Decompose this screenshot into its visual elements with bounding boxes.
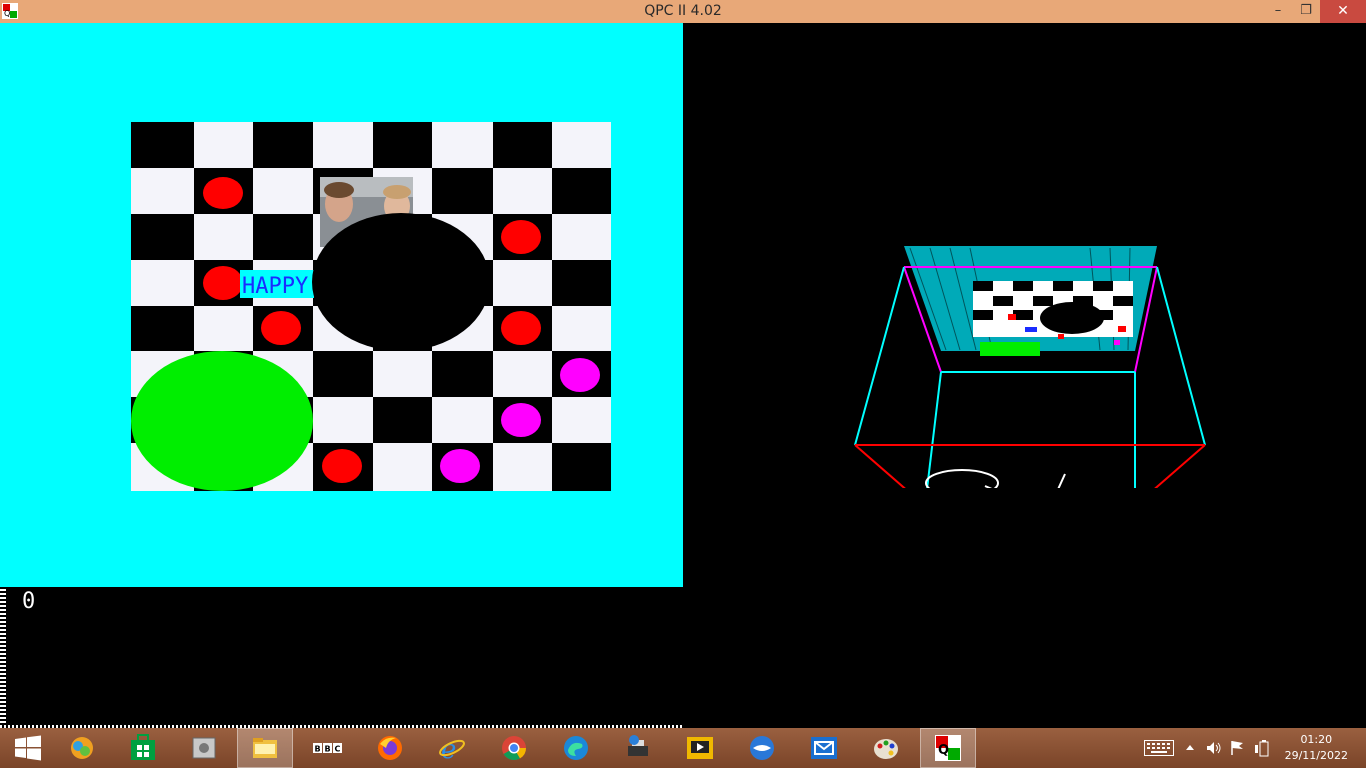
printer-icon (628, 735, 648, 756)
checkerboard: HAPPY (131, 122, 611, 491)
firefox-icon (378, 736, 402, 760)
black-ellipse (312, 213, 490, 351)
board-square (432, 397, 493, 443)
wireframe-box-scene (854, 246, 1206, 488)
board-square (131, 260, 194, 306)
board-square (493, 443, 552, 491)
board-square (552, 122, 611, 168)
board-square (373, 443, 432, 491)
board-square (552, 168, 611, 214)
window-title: QPC II 4.02 (644, 3, 722, 19)
thunderbird-icon (750, 736, 774, 760)
svg-text:B: B (325, 745, 331, 754)
windows-icon (15, 735, 41, 761)
edge-icon (564, 736, 588, 760)
board-square (493, 122, 552, 168)
paint-palette-icon (874, 739, 898, 759)
green-ellipse (131, 351, 313, 491)
taskbar-store[interactable] (115, 728, 171, 768)
board-square (432, 351, 493, 397)
clock[interactable]: 01:20 29/11/2022 (1285, 732, 1348, 764)
graphics-window: HAPPY (0, 23, 683, 587)
board-square (313, 397, 373, 443)
taskbar-settings-tool[interactable] (176, 728, 232, 768)
console-border (0, 589, 6, 728)
taskbar-file-explorer[interactable] (237, 728, 293, 768)
board-square (253, 214, 313, 260)
qpc-icon: Q (935, 735, 961, 761)
board-square (373, 122, 432, 168)
board-square (131, 168, 194, 214)
board-square (552, 443, 611, 491)
console-output[interactable]: 0 (22, 589, 35, 614)
board-square (552, 397, 611, 443)
board-square (552, 260, 611, 306)
taskbar-media-player[interactable] (672, 728, 728, 768)
restore-button[interactable]: ❐ (1292, 0, 1320, 23)
board-square (432, 168, 493, 214)
system-tray (1140, 728, 1280, 768)
store-icon (131, 734, 155, 760)
board-square (253, 122, 313, 168)
board-square (373, 351, 432, 397)
board-square (493, 260, 552, 306)
board-square (194, 214, 253, 260)
taskbar-mail[interactable] (796, 728, 852, 768)
board-square (373, 397, 432, 443)
board-square (194, 306, 253, 351)
mail-icon (811, 737, 837, 759)
keyboard-icon[interactable] (1144, 740, 1174, 756)
minimize-button[interactable]: – (1264, 0, 1292, 23)
svg-text:B: B (315, 745, 321, 754)
svg-text:Q: Q (938, 743, 949, 758)
board-square (194, 122, 253, 168)
board-square (313, 351, 373, 397)
taskbar-chrome[interactable] (486, 728, 542, 768)
board-square (493, 168, 552, 214)
board-square (432, 122, 493, 168)
taskbar-bbc[interactable]: B B C (298, 728, 354, 768)
taskbar-paint[interactable] (858, 728, 914, 768)
board-square (253, 168, 313, 214)
board-square (313, 122, 373, 168)
internet-explorer-icon: e (439, 735, 465, 762)
taskbar-thunderbird[interactable] (734, 728, 790, 768)
chrome-icon (502, 736, 526, 761)
start-button[interactable] (0, 728, 56, 768)
taskbar: B B C e Q 01:20 29/11/2022 (0, 728, 1366, 768)
taskbar-qpc[interactable]: Q (920, 728, 976, 768)
board-square (552, 214, 611, 260)
board-square (131, 214, 194, 260)
clock-time: 01:20 (1300, 733, 1333, 746)
taskbar-firefox[interactable] (362, 728, 418, 768)
bbc-icon: B B C (313, 743, 342, 754)
taskbar-edge[interactable] (548, 728, 604, 768)
photos-icon (71, 737, 93, 759)
action-center-flag-icon[interactable] (1230, 740, 1244, 756)
board-square (131, 306, 194, 351)
tool-icon (192, 737, 216, 759)
power-icon[interactable] (1254, 739, 1270, 757)
taskbar-photos[interactable] (54, 728, 110, 768)
close-button[interactable]: ✕ (1320, 0, 1366, 23)
folder-icon (253, 738, 277, 758)
volume-icon[interactable] (1206, 740, 1222, 756)
taskbar-internet-explorer[interactable]: e (424, 728, 480, 768)
board-square (493, 351, 552, 397)
svg-text:C: C (335, 745, 341, 754)
happy-label: HAPPY (242, 274, 308, 299)
board-square (552, 306, 611, 351)
media-player-icon (687, 737, 713, 759)
board-square (131, 122, 194, 168)
ql-letters (925, 469, 1066, 488)
clock-date: 29/11/2022 (1284, 749, 1348, 762)
title-bar: Q QPC II 4.02 – ❐ ✕ (0, 0, 1366, 23)
ql-screen[interactable]: HAPPY 0 (0, 23, 1366, 728)
show-hidden-icons-icon[interactable] (1186, 744, 1194, 750)
taskbar-printer-tool[interactable] (610, 728, 666, 768)
